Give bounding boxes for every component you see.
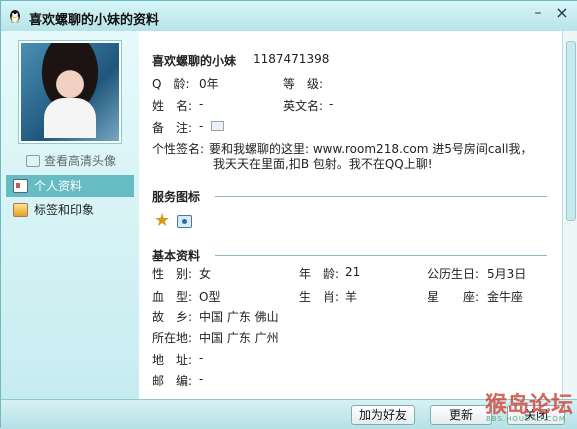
sidebar-item-tags[interactable]: 标签和印象 bbox=[6, 199, 134, 221]
title-bar: 喜欢螺聊的小妹的资料 – × bbox=[1, 1, 577, 31]
memo-value: - bbox=[199, 119, 225, 133]
view-hd-avatar-label: 查看高清头像 bbox=[44, 154, 117, 168]
qq-number: 1187471398 bbox=[253, 52, 330, 66]
birthday-label: 公历生日: bbox=[427, 267, 480, 281]
profile-card-icon bbox=[13, 179, 28, 193]
sidebar-item-label: 个人资料 bbox=[34, 179, 83, 193]
services-title: 服务图标 bbox=[152, 190, 201, 204]
edit-memo-icon[interactable] bbox=[211, 121, 225, 131]
section-divider bbox=[215, 255, 547, 256]
zodiac-value: 羊 bbox=[345, 290, 358, 304]
close-icon[interactable]: × bbox=[551, 4, 573, 22]
scrollbar-thumb[interactable] bbox=[566, 41, 576, 221]
q-age-value: 0年 bbox=[199, 77, 219, 91]
avatar[interactable] bbox=[21, 43, 119, 141]
address-value: - bbox=[199, 351, 204, 365]
star-icon[interactable]: ★ bbox=[154, 212, 170, 230]
qq-penguin-icon bbox=[10, 10, 20, 23]
sidebar-item-label: 标签和印象 bbox=[34, 203, 95, 217]
name-label: 姓 名: bbox=[152, 99, 193, 113]
nickname: 喜欢螺聊的小妹 bbox=[152, 54, 237, 68]
watermark-url: BBS.HOUDAO.COM bbox=[486, 415, 566, 423]
section-divider bbox=[215, 196, 547, 197]
location-label: 所在地: bbox=[152, 331, 193, 345]
avatar-frame[interactable] bbox=[18, 40, 122, 144]
sidebar: 查看高清头像 个人资料 标签和印象 bbox=[1, 31, 139, 399]
level-label: 等 级: bbox=[283, 77, 324, 91]
hometown-value: 中国 广东 佛山 bbox=[199, 310, 279, 324]
age-label: 年 龄: bbox=[299, 267, 340, 281]
memo-text: - bbox=[199, 119, 204, 133]
english-name-value: - bbox=[329, 97, 334, 111]
sidebar-item-profile[interactable]: 个人资料 bbox=[6, 175, 134, 197]
name-value: - bbox=[199, 97, 204, 111]
minimize-icon[interactable]: – bbox=[527, 4, 549, 22]
hometown-label: 故 乡: bbox=[152, 310, 193, 324]
signature-line-2: 我天天在里面,扣B 包射。我不在QQ上聊! bbox=[213, 157, 433, 171]
signature-label: 个性签名: bbox=[152, 142, 205, 156]
location-value: 中国 广东 广州 bbox=[199, 331, 279, 345]
zodiac-label: 生 肖: bbox=[299, 290, 340, 304]
q-age-label: Q 龄: bbox=[152, 77, 190, 91]
constellation-value: 金牛座 bbox=[487, 290, 524, 304]
view-hd-avatar-link[interactable]: 查看高清头像 bbox=[26, 152, 116, 169]
address-label: 地 址: bbox=[152, 353, 193, 367]
gender-value: 女 bbox=[199, 267, 212, 281]
window-title: 喜欢螺聊的小妹的资料 bbox=[29, 13, 160, 28]
camera-icon[interactable] bbox=[177, 215, 192, 228]
birthday-value: 5月3日 bbox=[487, 267, 527, 281]
refresh-button[interactable]: 更新 bbox=[430, 405, 492, 425]
scrollbar[interactable] bbox=[562, 31, 577, 399]
blood-type-label: 血 型: bbox=[152, 290, 193, 304]
blood-type-value: O型 bbox=[199, 290, 221, 304]
memo-label: 备 注: bbox=[152, 121, 193, 135]
gender-label: 性 别: bbox=[152, 267, 193, 281]
english-name-label: 英文名: bbox=[283, 99, 324, 113]
constellation-label: 星 座: bbox=[427, 290, 480, 304]
camera-icon bbox=[26, 155, 40, 167]
profile-window: 喜欢螺聊的小妹的资料 – × 查看高清头像 个人资料 标签和印象 喜欢螺聊的小妹… bbox=[0, 0, 577, 429]
basic-info-title: 基本资料 bbox=[152, 249, 201, 263]
postcode-label: 邮 编: bbox=[152, 374, 193, 388]
postcode-value: - bbox=[199, 372, 204, 386]
age-value: 21 bbox=[345, 265, 361, 279]
tag-icon bbox=[13, 203, 28, 217]
add-friend-button[interactable]: 加为好友 bbox=[351, 405, 415, 425]
